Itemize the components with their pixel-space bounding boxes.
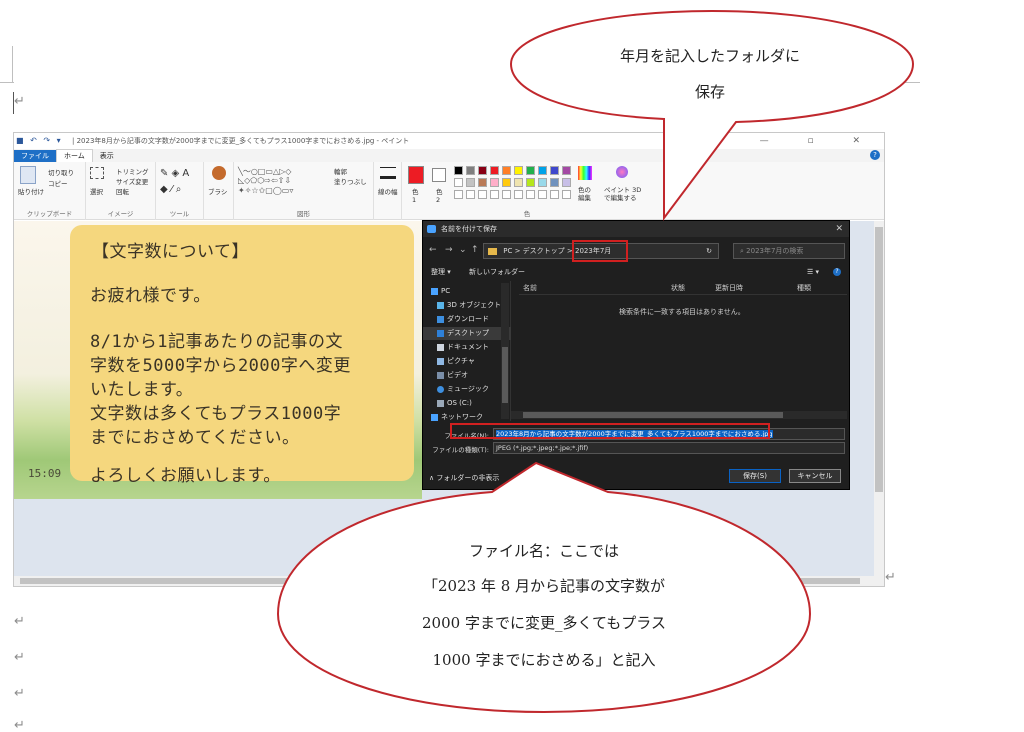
bottom-callout-line: 2000 字までに変更_多くてもプラス	[422, 614, 666, 632]
top-callout-line: 保存	[694, 83, 725, 101]
bottom-callout-line: 1000 字までにおさめる」と記入	[432, 651, 656, 669]
bottom-callout-line: 「2023 年 8 月から記事の文字数が	[422, 577, 666, 595]
top-callout-line: 年月を記入したフォルダに	[619, 47, 800, 65]
top-callout-balloon	[509, 9, 915, 221]
bottom-callout-line: ファイル名：ここでは	[468, 542, 619, 560]
